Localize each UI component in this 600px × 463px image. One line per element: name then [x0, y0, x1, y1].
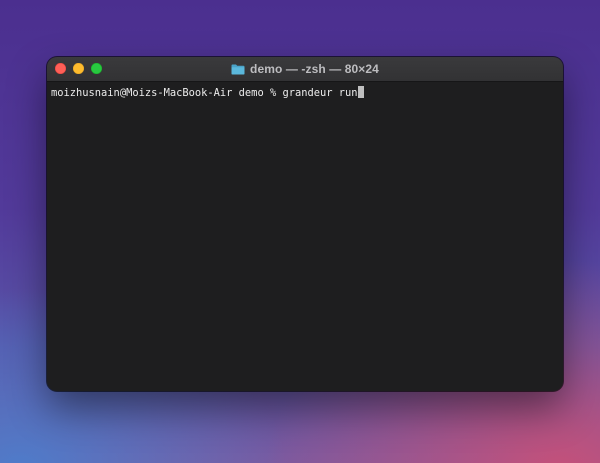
terminal-window[interactable]: demo — -zsh — 80×24 moizhusnain@Moizs-Ma… — [47, 57, 563, 391]
title-bar[interactable]: demo — -zsh — 80×24 — [47, 57, 563, 82]
terminal-content[interactable]: moizhusnain@Moizs-MacBook-Air demo % gra… — [47, 82, 563, 100]
window-title: demo — -zsh — 80×24 — [250, 62, 379, 76]
title-area: demo — -zsh — 80×24 — [47, 57, 563, 81]
command-text: grandeur run — [282, 87, 358, 99]
text-cursor — [357, 86, 364, 98]
folder-icon — [231, 64, 245, 74]
shell-prompt: moizhusnain@Moizs-MacBook-Air demo % — [51, 87, 283, 99]
